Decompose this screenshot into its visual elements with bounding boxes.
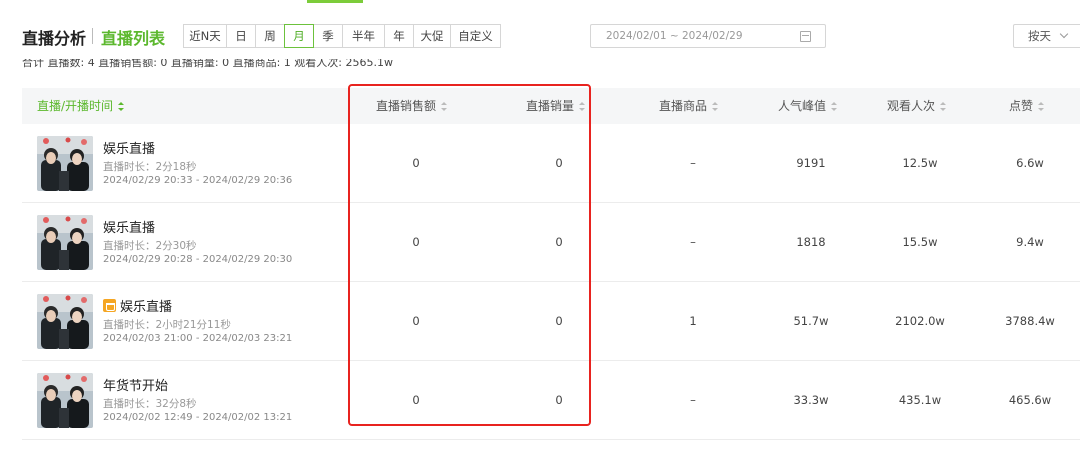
page-title: 直播分析 <box>22 29 87 48</box>
live-thumbnail[interactable] <box>37 136 93 191</box>
page-subtitle[interactable]: 直播列表 <box>101 25 165 49</box>
cell-sales-volume: 0 <box>555 314 563 328</box>
period-selector: 近N天 日 周 月 季 半年 年 大促 自定义 <box>183 24 501 48</box>
col-header-peak[interactable]: 人气峰值 <box>778 88 838 124</box>
live-time-range: 2024/02/29 20:33 - 2024/02/29 20:36 <box>103 175 293 186</box>
sort-icon[interactable] <box>579 102 586 111</box>
cell-sales-volume: 0 <box>555 393 563 407</box>
live-time-range: 2024/02/02 12:49 - 2024/02/02 13:21 <box>103 412 293 423</box>
period-week[interactable]: 周 <box>255 24 285 48</box>
col-header-views[interactable]: 观看人次 <box>887 88 947 124</box>
sort-icon[interactable] <box>1038 102 1045 111</box>
period-custom[interactable]: 自定义 <box>450 24 501 48</box>
live-title[interactable]: 娱乐直播 <box>103 138 155 157</box>
col-header-sales-amount[interactable]: 直播销售额 <box>376 88 448 124</box>
calendar-icon[interactable] <box>800 31 811 42</box>
cell-likes: 3788.4w <box>1005 314 1055 328</box>
cell-peak: 51.7w <box>793 314 829 328</box>
table-row[interactable]: 娱乐直播直播时长：2分30秒 2024/02/29 20:28 - 2024/02… <box>22 203 1080 282</box>
live-time-range: 2024/02/29 20:28 - 2024/02/29 20:30 <box>103 254 293 265</box>
sort-icon[interactable] <box>441 102 448 111</box>
cell-sales-amount: 0 <box>412 314 420 328</box>
cell-peak: 33.3w <box>793 393 829 407</box>
live-duration: 直播时长：32分8秒 <box>103 398 197 410</box>
period-half-year[interactable]: 半年 <box>342 24 385 48</box>
period-year[interactable]: 年 <box>384 24 414 48</box>
title-divider <box>92 28 93 44</box>
date-range-value: 2024/02/01 ~ 2024/02/29 <box>606 30 743 42</box>
col-header-likes[interactable]: 点赞 <box>1009 88 1045 124</box>
live-title[interactable]: 娱乐直播 <box>103 296 172 315</box>
table-header: 直播/开播时间 直播销售额 直播销量 直播商品 人气峰值 观看人次 点赞 <box>22 88 1080 124</box>
period-day[interactable]: 日 <box>226 24 256 48</box>
toolbar: 直播分析 直播列表 近N天 日 周 月 季 半年 年 大促 自定义 2024/0… <box>0 22 1080 50</box>
cell-products: – <box>690 156 696 170</box>
cell-products: – <box>690 235 696 249</box>
sort-icon[interactable] <box>118 102 125 111</box>
sort-icon[interactable] <box>831 102 838 111</box>
sort-icon[interactable] <box>940 102 947 111</box>
live-duration: 直播时长：2小时21分11秒 <box>103 319 231 331</box>
date-range-picker[interactable]: 2024/02/01 ~ 2024/02/29 <box>590 24 826 48</box>
col-header-products[interactable]: 直播商品 <box>659 88 719 124</box>
shop-bag-icon <box>103 299 116 312</box>
cell-views: 15.5w <box>902 235 938 249</box>
table-row[interactable]: 娱乐直播直播时长：2分18秒 2024/02/29 20:33 - 2024/02… <box>22 124 1080 203</box>
cell-sales-amount: 0 <box>412 393 420 407</box>
live-title[interactable]: 年货节开始 <box>103 375 168 394</box>
cell-peak: 9191 <box>796 156 826 170</box>
granularity-dropdown[interactable]: 按天 <box>1013 24 1080 48</box>
live-duration: 直播时长：2分18秒 <box>103 161 197 173</box>
cell-likes: 9.4w <box>1016 235 1044 249</box>
cell-views: 2102.0w <box>895 314 945 328</box>
period-recent-n-days[interactable]: 近N天 <box>183 24 227 48</box>
live-thumbnail[interactable] <box>37 373 93 428</box>
cell-products: 1 <box>689 314 697 328</box>
live-title[interactable]: 娱乐直播 <box>103 217 155 236</box>
col-header-sales-volume[interactable]: 直播销量 <box>526 88 586 124</box>
top-tab-indicator <box>307 0 363 3</box>
table-row[interactable]: 年货节开始直播时长：32分8秒 2024/02/02 12:49 - 2024/0… <box>22 361 1080 440</box>
live-thumbnail[interactable] <box>37 294 93 349</box>
live-thumbnail[interactable] <box>37 215 93 270</box>
cell-likes: 465.6w <box>1008 393 1052 407</box>
cell-sales-amount: 0 <box>412 156 420 170</box>
cell-sales-volume: 0 <box>555 156 563 170</box>
cell-peak: 1818 <box>796 235 826 249</box>
chevron-down-icon <box>1059 29 1069 39</box>
cell-products: – <box>690 393 696 407</box>
table-row[interactable]: 娱乐直播直播时长：2小时21分11秒 2024/02/03 21:00 - 202… <box>22 282 1080 361</box>
cell-sales-amount: 0 <box>412 235 420 249</box>
cell-views: 435.1w <box>898 393 942 407</box>
live-duration: 直播时长：2分30秒 <box>103 240 197 252</box>
period-month[interactable]: 月 <box>284 24 314 48</box>
cell-views: 12.5w <box>902 156 938 170</box>
cell-likes: 6.6w <box>1016 156 1044 170</box>
cell-sales-volume: 0 <box>555 235 563 249</box>
summary-bar: 合计 直播数: 4 直播销售额: 0 直播销量: 0 直播商品: 1 观看人次:… <box>22 59 722 70</box>
col-header-time[interactable]: 直播/开播时间 <box>37 88 125 124</box>
period-quarter[interactable]: 季 <box>313 24 343 48</box>
summary-text: 合计 直播数: 4 直播销售额: 0 直播销量: 0 直播商品: 1 观看人次:… <box>22 59 393 69</box>
sort-icon[interactable] <box>712 102 719 111</box>
live-time-range: 2024/02/03 21:00 - 2024/02/03 23:21 <box>103 333 293 344</box>
period-promotion[interactable]: 大促 <box>413 24 451 48</box>
granularity-value: 按天 <box>1028 29 1051 43</box>
